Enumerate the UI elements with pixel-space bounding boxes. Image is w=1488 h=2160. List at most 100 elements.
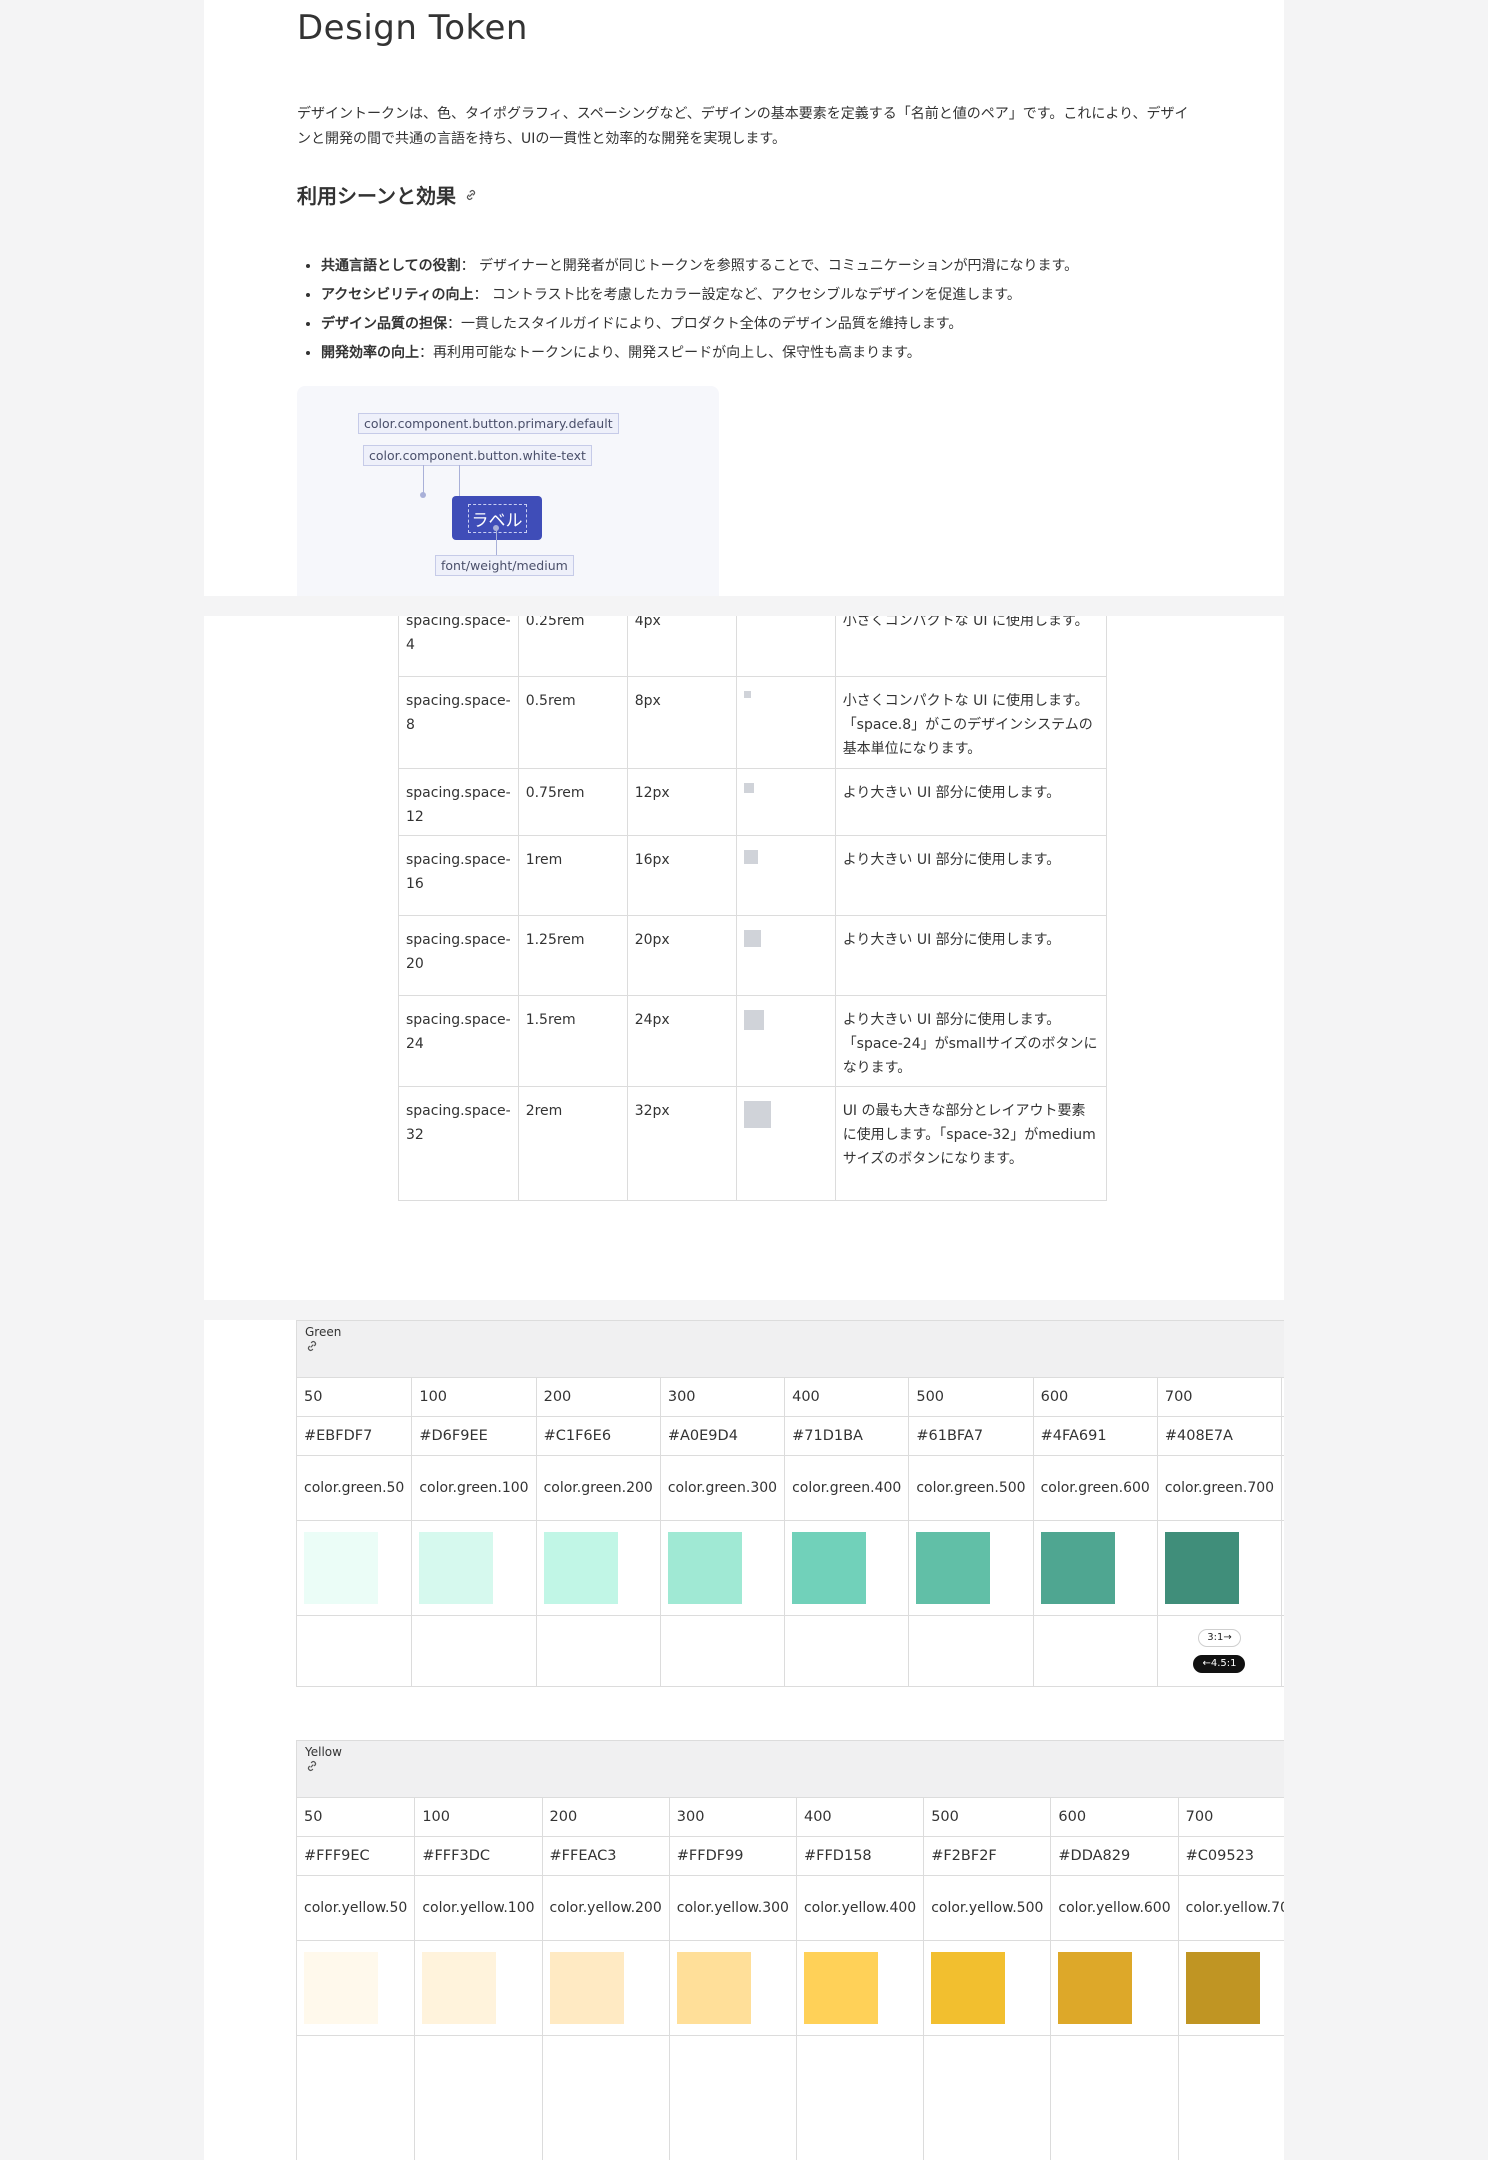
color-token-name: color.yellow.700	[1177, 1875, 1284, 1941]
color-hex: #306F5E	[1281, 1416, 1284, 1456]
color-swatch	[667, 1532, 742, 1604]
contrast-cell	[295, 1615, 413, 1687]
demo-button[interactable]: ラベル	[452, 496, 542, 540]
color-token-name: color.green.50	[295, 1455, 413, 1521]
color-swatch-cell	[295, 1940, 416, 2036]
intro-text: デザイントークンは、色、タイポグラフィ、スペーシングなど、デザインの基本要素を定…	[297, 106, 1189, 147]
spacing-px: 12px	[626, 768, 737, 836]
color-token-name: color.green.300	[659, 1455, 786, 1521]
token-label-primary: color.component.button.primary.default	[358, 413, 619, 434]
color-step: 600	[1032, 1377, 1158, 1417]
color-swatch-cell	[1032, 1520, 1158, 1616]
spacing-preview-cell	[735, 995, 836, 1087]
contrast-cell	[295, 2035, 416, 2160]
spacing-preview-swatch	[743, 1101, 771, 1128]
color-swatch	[543, 1532, 618, 1604]
contrast-cell	[923, 2035, 1052, 2160]
spacing-row: spacing.space-24 1.5rem 24px より大きい UI 部分に使用…	[398, 995, 1107, 1087]
contrast-badge: 3:1→	[1198, 1629, 1241, 1647]
color-step: 600	[1050, 1797, 1179, 1837]
spacing-preview-cell	[735, 835, 836, 916]
spacing-preview-swatch	[743, 930, 761, 947]
color-token-name: color.green.200	[535, 1455, 661, 1521]
color-token-name: color.yellow.500	[923, 1875, 1052, 1941]
token-label-white-text: color.component.button.white-text	[363, 445, 592, 466]
feature-title: アクセシビリティの向上	[321, 287, 474, 303]
spacing-row: spacing.space-4 0.25rem 4px 小さくコンパクトな UI に使…	[398, 616, 1107, 677]
features-list: 共通言語としての役割： デザイナーと開発者が同じトークンを参照することで、コミュ…	[297, 252, 1078, 368]
color-hex: #DDA829	[1050, 1836, 1179, 1876]
color-hex: #FFDF99	[668, 1836, 797, 1876]
spacing-preview-swatch	[743, 783, 754, 793]
anchor-link-icon[interactable]	[305, 1339, 319, 1353]
spacing-preview-swatch	[743, 1010, 764, 1030]
spacing-table: spacing.space-4 0.25rem 4px 小さくコンパクトな UI に使…	[398, 616, 1107, 1201]
spacing-row: spacing.space-12 0.75rem 12px より大きい UI 部分に使…	[398, 768, 1107, 836]
color-swatch	[931, 1952, 1006, 2024]
color-token-name: color.yellow.50	[295, 1875, 416, 1941]
color-hex: #71D1BA	[784, 1416, 910, 1456]
contrast-cell	[541, 2035, 670, 2160]
contrast-cell	[908, 1615, 1034, 1687]
spacing-description: UI の最も大きな部分とレイアウト要素に使用します。「space-32」がmed…	[834, 1086, 1107, 1201]
anchor-link-icon[interactable]	[305, 1759, 319, 1773]
contrast-cell	[411, 1615, 537, 1687]
color-swatch-cell	[668, 1940, 797, 2036]
color-swatch-cell	[908, 1520, 1034, 1616]
color-swatch-cell	[1050, 1940, 1179, 2036]
color-token-name: color.yellow.400	[795, 1875, 925, 1941]
color-hex: #61BFA7	[908, 1416, 1034, 1456]
color-token-name: color.green.800	[1281, 1455, 1284, 1521]
spacing-rem: 1.25rem	[517, 915, 628, 996]
color-step: 300	[659, 1377, 786, 1417]
contrast-badge: ←4.5:1	[1193, 1655, 1246, 1673]
feature-text: ： コントラスト比を考慮したカラー設定など、アクセシブルなデザインを促進します。	[473, 287, 1021, 303]
color-step: 200	[535, 1377, 661, 1417]
color-swatch-cell	[541, 1940, 670, 2036]
color-swatch-cell	[414, 1940, 543, 2036]
spacing-token-name: spacing.space-32	[398, 1086, 519, 1201]
spacing-token-name: spacing.space-4	[398, 616, 519, 677]
color-hex: #FFD158	[795, 1836, 925, 1876]
spacing-row: spacing.space-16 1rem 16px より大きい UI 部分に使用しま…	[398, 835, 1107, 916]
spacing-description: より大きい UI 部分に使用します。	[834, 768, 1107, 836]
color-step: 200	[541, 1797, 670, 1837]
color-token-name: color.yellow.300	[668, 1875, 797, 1941]
color-step: 50	[295, 1377, 413, 1417]
feature-text: ： デザイナーと開発者が同じトークンを参照することで、コミュニケーションが円滑に…	[460, 258, 1079, 274]
feature-title: 共通言語としての役割	[321, 258, 461, 274]
contrast-cell: 3:1→ ←4.5:1	[1156, 1615, 1283, 1687]
contrast-cell	[1177, 2035, 1284, 2160]
palette-name: Green	[305, 1325, 342, 1339]
spacing-row: spacing.space-8 0.5rem 8px 小さくコンパクトな UI に使用…	[398, 676, 1107, 769]
color-swatch-cell	[1177, 1940, 1284, 2036]
color-step: 800	[1281, 1377, 1284, 1417]
section-heading: 利用シーンと効果	[297, 180, 478, 209]
color-token-name: color.green.500	[908, 1455, 1034, 1521]
color-step: 300	[668, 1797, 797, 1837]
color-step: 700	[1177, 1797, 1284, 1837]
color-token-name: color.yellow.600	[1050, 1875, 1179, 1941]
color-swatch-cell	[535, 1520, 661, 1616]
spacing-token-name: spacing.space-24	[398, 995, 519, 1087]
color-swatch-cell	[784, 1520, 910, 1616]
color-step: 50	[295, 1797, 416, 1837]
color-swatch	[549, 1952, 624, 2024]
spacing-rem: 1rem	[517, 835, 628, 916]
palette-header: Green	[296, 1320, 1284, 1378]
color-step: 500	[908, 1377, 1034, 1417]
color-hex: #FFF9EC	[295, 1836, 416, 1876]
color-token-name: color.green.100	[411, 1455, 537, 1521]
palette-header: Yellow	[295, 1740, 1284, 1798]
feature-title: デザイン品質の担保	[321, 316, 447, 332]
anchor-link-icon[interactable]	[464, 188, 478, 202]
color-swatch	[1040, 1532, 1115, 1604]
spacing-preview-cell	[735, 1086, 836, 1201]
spacing-rem: 0.75rem	[517, 768, 628, 836]
section-title: 利用シーンと効果	[297, 184, 456, 208]
color-step: 100	[411, 1377, 537, 1417]
contrast-cell	[659, 1615, 786, 1687]
color-hex: #408E7A	[1156, 1416, 1283, 1456]
color-swatch	[792, 1532, 867, 1604]
color-swatch	[304, 1532, 378, 1604]
